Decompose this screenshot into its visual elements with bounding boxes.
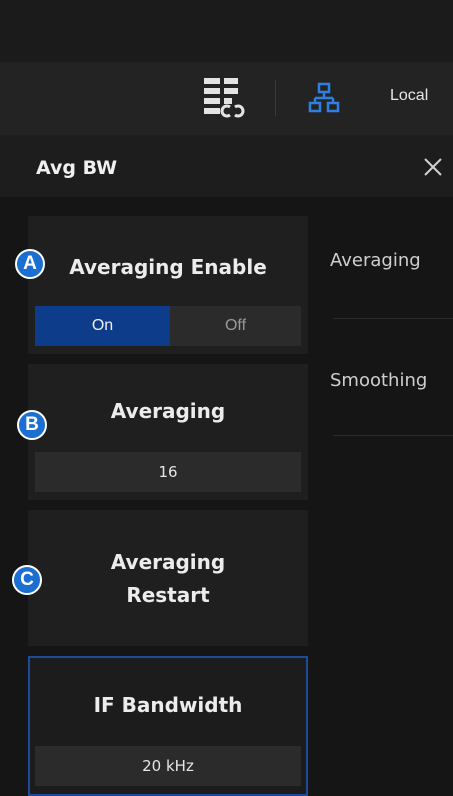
right-menu-divider bbox=[333, 435, 453, 436]
toggle-off-button[interactable]: Off bbox=[170, 306, 301, 346]
averaging-card[interactable]: Averaging 16 bbox=[28, 364, 308, 500]
averaging-restart-button[interactable]: Averaging Restart bbox=[28, 510, 308, 646]
callout-badge-c: C bbox=[12, 565, 42, 595]
close-icon[interactable] bbox=[420, 154, 446, 180]
network-icon[interactable] bbox=[308, 82, 340, 114]
right-menu-divider bbox=[333, 318, 453, 319]
toggle-on-button[interactable]: On bbox=[35, 306, 170, 346]
averaging-value[interactable]: 16 bbox=[35, 452, 301, 492]
connection-status: Local bbox=[390, 87, 429, 104]
if-bandwidth-card[interactable]: IF Bandwidth 20 kHz bbox=[28, 656, 308, 796]
averaging-enable-label: Averaging Enable bbox=[69, 255, 267, 279]
list-link-icon[interactable] bbox=[200, 76, 248, 120]
if-bandwidth-label: IF Bandwidth bbox=[93, 693, 243, 717]
callout-badge-b: B bbox=[17, 410, 47, 440]
right-menu-item-averaging[interactable]: Averaging bbox=[330, 250, 421, 271]
right-menu-item-smoothing[interactable]: Smoothing bbox=[330, 370, 427, 391]
panel-title: Avg BW bbox=[36, 157, 118, 179]
toolbar-separator bbox=[275, 80, 276, 116]
averaging-label: Averaging bbox=[110, 399, 226, 423]
averaging-enable-toggle[interactable]: On Off bbox=[35, 306, 301, 346]
if-bandwidth-value[interactable]: 20 kHz bbox=[35, 746, 301, 786]
averaging-restart-label-line2: Restart bbox=[126, 583, 210, 607]
averaging-restart-label-line1: Averaging bbox=[110, 550, 226, 574]
callout-badge-a: A bbox=[15, 249, 45, 279]
top-bar bbox=[0, 0, 453, 62]
